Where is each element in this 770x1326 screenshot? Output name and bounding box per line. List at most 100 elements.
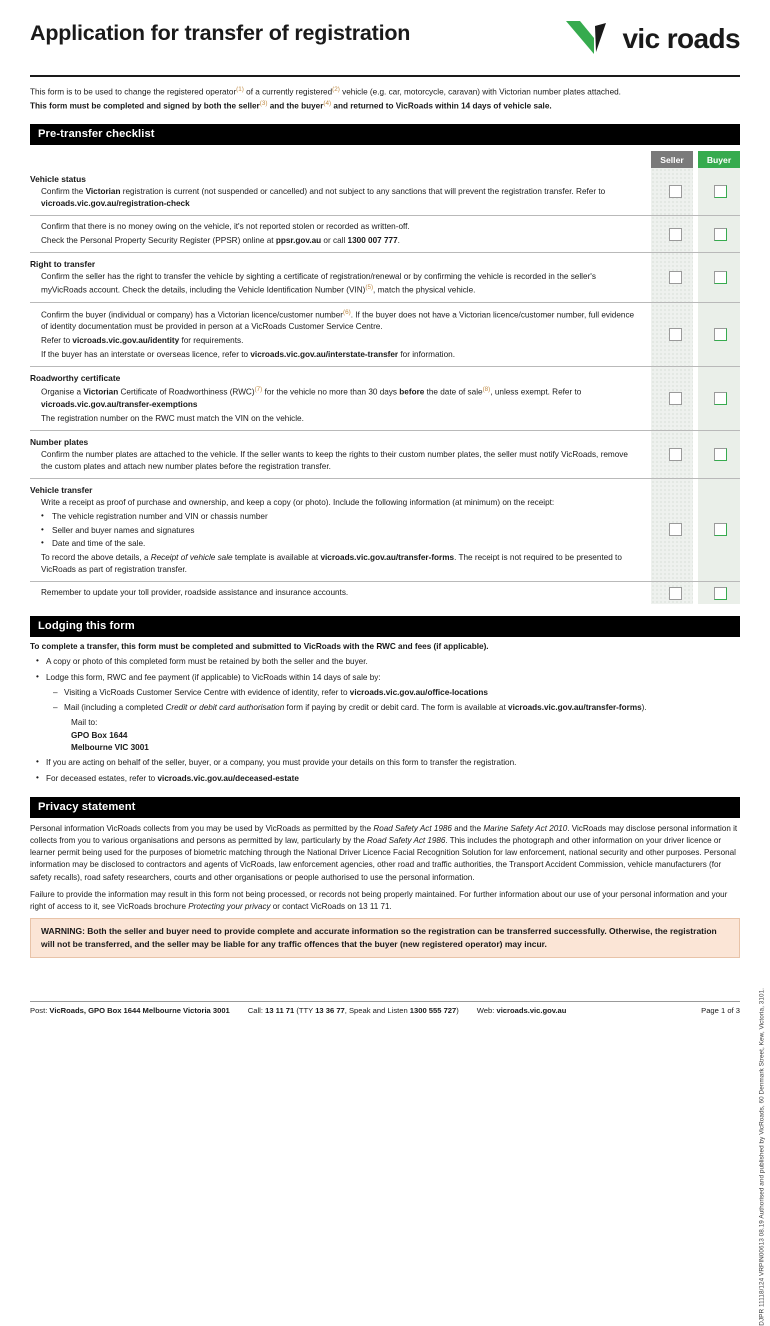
- footer-post: Post: VicRoads, GPO Box 1644 Melbourne V…: [30, 1006, 230, 1015]
- seller-checkbox[interactable]: [669, 270, 683, 284]
- lodging-lead: To complete a transfer, this form must b…: [30, 641, 489, 651]
- row-checkboxes: [651, 253, 740, 302]
- row-checkboxes: [651, 303, 740, 366]
- buyer-checkbox[interactable]: [713, 327, 727, 341]
- buyer-cell: [701, 253, 741, 302]
- buyer-cell: [701, 303, 741, 366]
- intro-line1-b: of a currently registered: [243, 87, 333, 97]
- table-row: Number plates Confirm the number plates …: [30, 431, 740, 479]
- list-item: Visiting a VicRoads Customer Service Cen…: [53, 687, 740, 700]
- intro-line2-b: and the buyer: [267, 101, 324, 111]
- seller-cell: [656, 431, 696, 478]
- footer-call: Call: 13 11 71 (TTY 13 36 77, Speak and …: [247, 1006, 459, 1015]
- intro-line1-c: vehicle (e.g. car, motorcycle, caravan) …: [339, 87, 621, 97]
- footnote-marker-4: (4): [323, 99, 332, 107]
- buyer-cell: [701, 431, 741, 478]
- intro-line2-a: This form must be completed and signed b…: [30, 101, 260, 111]
- seller-checkbox[interactable]: [669, 391, 683, 405]
- header-divider: [30, 75, 740, 77]
- group-heading-vehicle-status: Vehicle status: [30, 174, 86, 185]
- buyer-cell: [701, 216, 741, 252]
- section-header-pre-transfer-checklist: Pre-transfer checklist: [30, 124, 740, 146]
- footer-contact-group: Post: VicRoads, GPO Box 1644 Melbourne V…: [30, 1006, 584, 1015]
- column-header-seller: Seller: [651, 151, 693, 169]
- row-checkboxes: [651, 431, 740, 478]
- mail-to-label: Mail to:: [71, 718, 98, 728]
- footnote-marker-2: (2): [332, 86, 340, 93]
- vicroads-logo: vic roads: [564, 18, 741, 60]
- row-line: The registration number on the RWC must …: [41, 413, 304, 423]
- row-line: Confirm the number plates are attached t…: [41, 449, 628, 471]
- page-footer: Post: VicRoads, GPO Box 1644 Melbourne V…: [30, 1001, 740, 1015]
- seller-cell: [656, 216, 696, 252]
- buyer-checkbox[interactable]: [713, 270, 727, 284]
- table-row: Right to transfer Confirm the seller has…: [30, 253, 740, 303]
- mail-address-block: Mail to: GPO Box 1644 Melbourne VIC 3001: [64, 717, 740, 754]
- section-header-lodging-this-form: Lodging this form: [30, 615, 740, 637]
- buyer-checkbox[interactable]: [713, 523, 727, 537]
- seller-checkbox[interactable]: [669, 227, 683, 241]
- publication-imprint-sidetext: DJPR 11118/124 VRPIN00613 08.19 Authoris…: [759, 988, 766, 1326]
- group-heading-vehicle-transfer: Vehicle transfer: [30, 484, 93, 495]
- row-line: Confirm the buyer (individual or company…: [41, 308, 635, 332]
- checklist-rows: Vehicle status Confirm the Victorian reg…: [30, 168, 740, 604]
- intro-line2-c: and returned to VicRoads within 14 days …: [331, 101, 552, 111]
- row-checkboxes: [651, 479, 740, 582]
- footer-web: Web: vicroads.vic.gov.au: [476, 1006, 567, 1015]
- list-item: For deceased estates, refer to vicroads.…: [36, 772, 740, 785]
- row-content: Confirm the buyer (individual or company…: [30, 303, 651, 366]
- mail-address-line-2: Melbourne VIC 3001: [71, 743, 149, 753]
- privacy-paragraph-2: Failure to provide the information may r…: [30, 889, 728, 911]
- group-heading-number-plates: Number plates: [30, 436, 89, 447]
- list-item: If you are acting on behalf of the selle…: [36, 756, 740, 769]
- section-header-privacy-statement: Privacy statement: [30, 796, 740, 818]
- table-row: Vehicle transfer Write a receipt as proo…: [30, 479, 740, 583]
- row-line: Confirm that there is no money owing on …: [41, 222, 410, 232]
- privacy-content: Personal information VicRoads collects f…: [30, 823, 740, 913]
- row-line: Check the Personal Property Security Reg…: [41, 236, 400, 246]
- lodging-content: To complete a transfer, this form must b…: [30, 641, 740, 785]
- list-item: Lodge this form, RWC and fee payment (if…: [36, 671, 740, 755]
- buyer-checkbox[interactable]: [713, 185, 727, 199]
- buyer-checkbox[interactable]: [713, 227, 727, 241]
- row-line: Write a receipt as proof of purchase and…: [41, 497, 555, 507]
- group-heading-roadworthy-certificate: Roadworthy certificate: [30, 373, 121, 383]
- seller-checkbox[interactable]: [669, 523, 683, 537]
- seller-cell: [656, 582, 696, 604]
- lodging-sub-bullet-list: Visiting a VicRoads Customer Service Cen…: [46, 687, 740, 754]
- footnote-marker-1: (1): [236, 86, 244, 93]
- buyer-cell: [701, 479, 741, 582]
- row-line: Refer to vicroads.vic.gov.au/identity fo…: [41, 336, 244, 346]
- intro-text: This form is to be used to change the re…: [30, 85, 740, 112]
- warning-box: WARNING: Both the seller and buyer need …: [30, 917, 740, 959]
- list-item: Mail (including a completed Credit or de…: [53, 702, 740, 754]
- row-line: Confirm the Victorian registration is cu…: [41, 187, 606, 209]
- row-line: If the buyer has an interstate or overse…: [41, 350, 455, 360]
- buyer-checkbox[interactable]: [713, 391, 727, 405]
- row-checkboxes: [651, 367, 740, 430]
- row-line: To record the above details, a Receipt o…: [41, 553, 622, 575]
- receipt-requirements-list: The vehicle registration number and VIN …: [30, 510, 641, 551]
- buyer-checkbox[interactable]: [713, 447, 727, 461]
- seller-checkbox[interactable]: [669, 185, 683, 199]
- footer-page-number: Page 1 of 3: [701, 1006, 740, 1015]
- row-content: Remember to update your toll provider, r…: [30, 582, 651, 604]
- row-line: Organise a Victorian Certificate of Road…: [41, 386, 582, 409]
- row-content: Confirm that there is no money owing on …: [30, 216, 651, 252]
- buyer-checkbox[interactable]: [713, 586, 727, 600]
- buyer-cell: [701, 582, 741, 604]
- seller-checkbox[interactable]: [669, 327, 683, 341]
- seller-cell: [656, 168, 696, 215]
- seller-checkbox[interactable]: [669, 586, 683, 600]
- lodging-bullet-list: A copy or photo of this completed form m…: [30, 655, 740, 785]
- group-heading-right-to-transfer: Right to transfer: [30, 259, 96, 269]
- list-item-label: Lodge this form, RWC and fee payment (if…: [46, 672, 381, 682]
- row-checkboxes: [651, 168, 740, 215]
- privacy-paragraph-1: Personal information VicRoads collects f…: [30, 823, 738, 882]
- table-row: Remember to update your toll provider, r…: [30, 582, 740, 604]
- row-line: Confirm the seller has the right to tran…: [41, 272, 596, 295]
- page-header: Application for transfer of registration…: [30, 14, 741, 66]
- table-row: Roadworthy certificate Organise a Victor…: [30, 367, 740, 431]
- seller-checkbox[interactable]: [669, 447, 683, 461]
- row-line: Remember to update your toll provider, r…: [41, 588, 349, 598]
